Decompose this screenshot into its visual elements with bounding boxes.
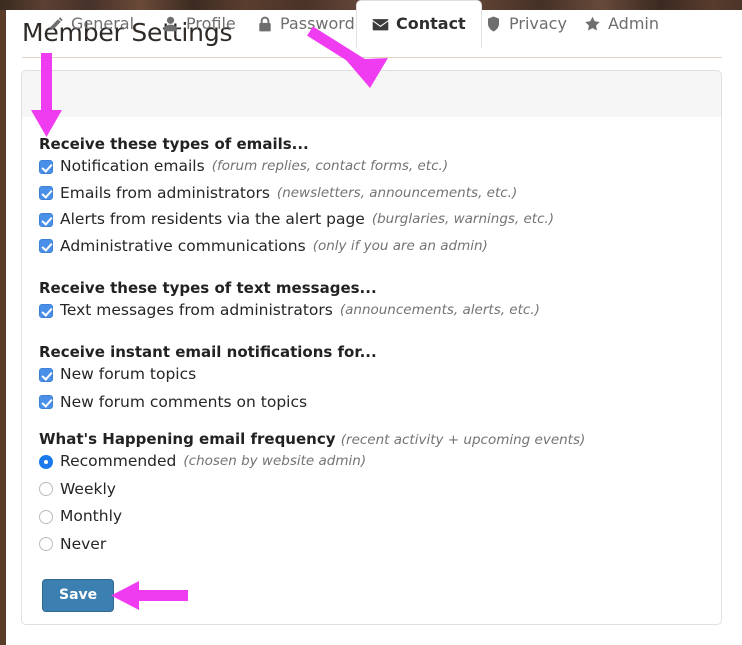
radio-recommended[interactable] (39, 454, 53, 469)
checkbox-row-emails-from-administrators[interactable]: Emails from administrators (newsletters,… (39, 183, 554, 202)
checkbox-new-forum-topics-label: New forum topics (60, 365, 197, 383)
radio-row-never[interactable]: Never (39, 534, 585, 553)
checkbox-text-messages-from-administrators[interactable] (39, 303, 53, 318)
section-receive-text-messages: Receive these types of text messages... … (39, 279, 540, 319)
checkbox-new-forum-comments[interactable] (39, 395, 53, 410)
section-receive-emails: Receive these types of emails... Notific… (39, 135, 554, 254)
section-whats-happening-frequency: What's Happening email frequency (recent… (39, 430, 585, 552)
save-button[interactable]: Save (42, 579, 115, 613)
tab-profile[interactable]: Profile (147, 0, 251, 47)
checkbox-row-notification-emails[interactable]: Notification emails (forum replies, cont… (39, 157, 554, 175)
checkbox-administrative-communications-label: Administrative communications (60, 236, 306, 255)
tab-password-label: Password (280, 13, 355, 33)
user-icon (162, 15, 179, 32)
checkbox-administrative-communications[interactable] (39, 239, 53, 254)
checkbox-row-administrative-communications[interactable]: Administrative communications (only if y… (39, 236, 554, 255)
tab-general[interactable]: General (32, 0, 149, 47)
frequency-heading-hint: (recent activity + upcoming events) (340, 432, 586, 448)
checkbox-text-messages-from-administrators-label: Text messages from administrators (60, 301, 333, 319)
checkbox-alerts-from-residents[interactable] (39, 212, 53, 227)
checkbox-emails-from-administrators[interactable] (39, 186, 53, 201)
shield-icon (485, 15, 502, 32)
checkbox-row-new-forum-comments[interactable]: New forum comments on topics (39, 392, 377, 411)
radio-monthly[interactable] (39, 509, 53, 524)
section-instant-email-notifications: Receive instant email notifications for.… (39, 343, 377, 410)
tab-contact[interactable]: Contact (356, 0, 482, 48)
tab-profile-label: Profile (186, 13, 236, 33)
pencil-icon (47, 15, 64, 32)
radio-weekly[interactable] (39, 482, 53, 497)
tab-admin[interactable]: Admin (569, 0, 674, 47)
radio-row-recommended[interactable]: Recommended (chosen by website admin) (39, 452, 585, 470)
radio-recommended-hint: (chosen by website admin) (183, 453, 367, 469)
tab-contact-label: Contact (396, 14, 466, 33)
radio-row-monthly[interactable]: Monthly (39, 507, 585, 525)
star-icon (584, 15, 601, 32)
checkbox-new-forum-topics[interactable] (39, 367, 53, 382)
checkbox-notification-emails-hint: (forum replies, contact forms, etc.) (211, 158, 449, 174)
checkbox-new-forum-comments-label: New forum comments on topics (60, 392, 308, 411)
checkbox-row-text-messages-from-administrators[interactable]: Text messages from administrators (annou… (39, 301, 540, 319)
checkbox-notification-emails[interactable] (39, 159, 53, 174)
checkbox-emails-from-administrators-hint: (newsletters, announcements, etc.) (276, 184, 518, 201)
checkbox-alerts-from-residents-hint: (burglaries, warnings, etc.) (371, 211, 555, 227)
checkbox-row-alerts-from-residents[interactable]: Alerts from residents via the alert page… (39, 210, 555, 228)
tab-privacy[interactable]: Privacy (470, 0, 582, 47)
checkbox-notification-emails-label: Notification emails (60, 157, 205, 175)
checkbox-administrative-communications-hint: (only if you are an admin) (312, 237, 488, 254)
frequency-heading-text: What's Happening email frequency (39, 430, 336, 448)
envelope-icon (372, 16, 389, 33)
radio-row-weekly[interactable]: Weekly (39, 479, 585, 498)
section-receive-emails-heading: Receive these types of emails... (39, 135, 309, 153)
tab-privacy-label: Privacy (509, 13, 567, 33)
checkbox-alerts-from-residents-label: Alerts from residents via the alert page (60, 210, 365, 228)
tab-password[interactable]: Password (241, 0, 370, 47)
radio-never[interactable] (39, 537, 53, 552)
section-whats-happening-frequency-heading: What's Happening email frequency (recent… (39, 430, 585, 448)
radio-never-label: Never (60, 534, 107, 553)
contact-settings-panel: Receive these types of emails... Notific… (21, 117, 722, 625)
section-receive-text-messages-heading: Receive these types of text messages... (39, 279, 377, 297)
title-divider (22, 57, 722, 58)
radio-recommended-label: Recommended (60, 452, 177, 470)
radio-monthly-label: Monthly (60, 507, 123, 525)
radio-weekly-label: Weekly (60, 479, 116, 498)
checkbox-text-messages-from-administrators-hint: (announcements, alerts, etc.) (339, 302, 540, 318)
lock-icon (256, 15, 273, 32)
checkbox-row-new-forum-topics[interactable]: New forum topics (39, 365, 377, 383)
tab-general-label: General (71, 13, 135, 33)
settings-tab-bar (21, 70, 722, 117)
section-instant-email-notifications-heading: Receive instant email notifications for.… (39, 343, 377, 361)
checkbox-emails-from-administrators-label: Emails from administrators (60, 183, 270, 202)
tab-admin-label: Admin (608, 13, 659, 33)
